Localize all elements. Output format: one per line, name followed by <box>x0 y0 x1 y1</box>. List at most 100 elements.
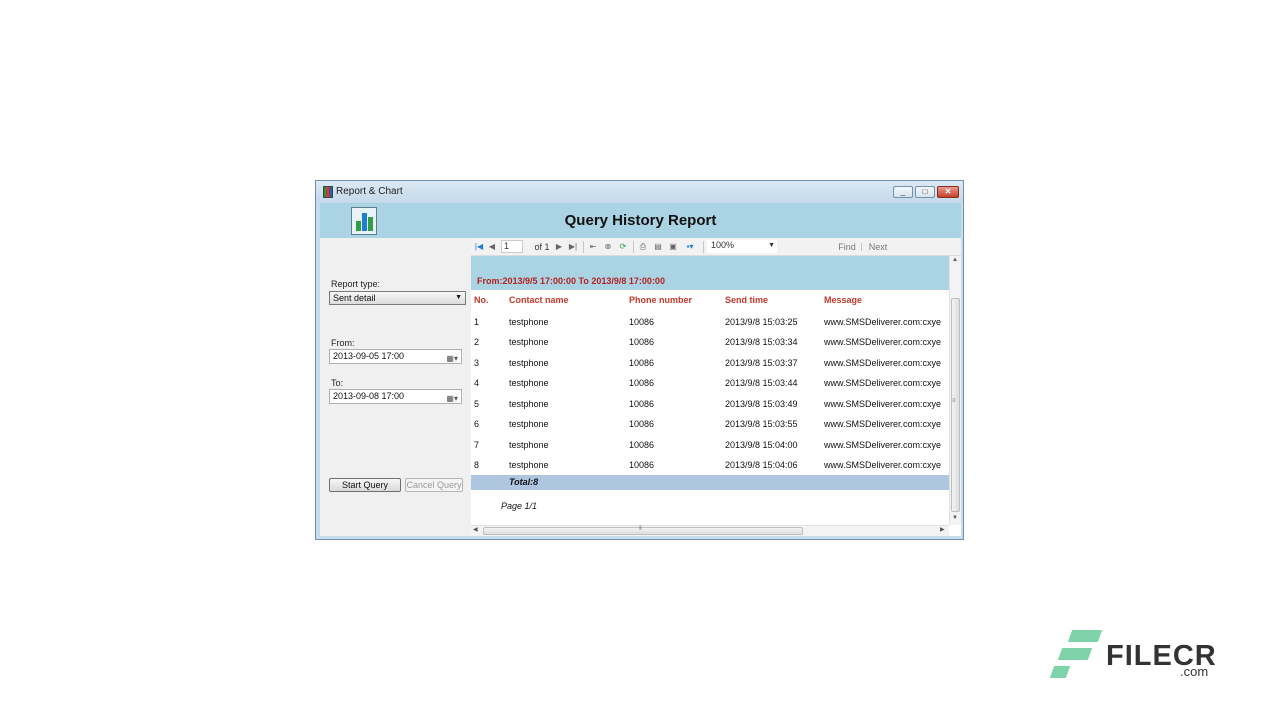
cell-contact: testphone <box>509 378 549 388</box>
next-page-icon[interactable]: ▶ <box>553 241 565 253</box>
from-label: From: <box>331 338 355 348</box>
cell-phone: 10086 <box>629 399 655 409</box>
to-datetime-picker[interactable]: 2013-09-08 17:00 ▦▾ <box>329 389 462 404</box>
report-header: Query History Report <box>320 203 961 238</box>
table-row: 4 testphone 10086 2013/9/8 15:03:44 www.… <box>471 374 949 394</box>
cell-phone: 10086 <box>629 337 655 347</box>
horizontal-scrollbar[interactable]: ◀ ⦀ ▶ <box>471 525 949 536</box>
cell-no: 1 <box>474 317 480 327</box>
app-icon <box>323 186 333 198</box>
to-value: 2013-09-08 17:00 <box>333 391 405 401</box>
date-range-text: From:2013/9/5 17:00:00 To 2013/9/8 17:00… <box>477 276 665 286</box>
toolbar-divider <box>861 243 862 251</box>
cell-no: 3 <box>474 358 480 368</box>
calendar-icon[interactable]: ▦▾ <box>446 392 458 405</box>
scroll-left-icon[interactable]: ◀ <box>473 526 478 533</box>
print-layout-icon[interactable]: ▤ <box>652 241 664 253</box>
cell-send-time: 2013/9/8 15:03:34 <box>725 337 798 347</box>
page-count-label: of 1 <box>534 242 550 252</box>
horizontal-scroll-thumb[interactable] <box>483 527 803 535</box>
watermark-suffix: .com <box>1180 664 1209 679</box>
table-row: 5 testphone 10086 2013/9/8 15:03:49 www.… <box>471 395 949 415</box>
cell-send-time: 2013/9/8 15:03:44 <box>725 378 798 388</box>
page-title: Query History Report <box>564 212 717 229</box>
find-link[interactable]: Find <box>837 241 857 253</box>
cell-message: www.SMSDeliverer.com:cxye <box>824 337 942 347</box>
cell-contact: testphone <box>509 419 549 429</box>
cell-send-time: 2013/9/8 15:03:55 <box>725 419 798 429</box>
column-header-send-time: Send time <box>725 295 769 305</box>
zoom-select[interactable]: 100% ▼ <box>707 240 777 253</box>
minimize-button[interactable]: _ <box>893 186 913 198</box>
page-footer: Page 1/1 <box>501 501 538 511</box>
report-type-select[interactable]: Sent detail ▼ <box>329 291 466 305</box>
refresh-icon[interactable]: ⟳ <box>617 241 629 253</box>
cell-message: www.SMSDeliverer.com:cxye <box>824 358 942 368</box>
back-icon[interactable]: ⇤ <box>587 241 599 253</box>
close-button[interactable]: ✕ <box>937 186 959 198</box>
cell-contact: testphone <box>509 358 549 368</box>
last-page-icon[interactable]: ▶| <box>567 241 579 253</box>
chevron-down-icon: ▼ <box>455 294 462 301</box>
toolbar-divider <box>703 241 704 253</box>
cell-phone: 10086 <box>629 460 655 470</box>
chevron-down-icon: ▼ <box>768 242 775 249</box>
vertical-scroll-thumb[interactable] <box>951 298 960 512</box>
cell-message: www.SMSDeliverer.com:cxye <box>824 440 942 450</box>
cell-phone: 10086 <box>629 440 655 450</box>
cell-no: 7 <box>474 440 480 450</box>
scroll-right-icon[interactable]: ▶ <box>940 526 945 533</box>
page-setup-icon[interactable]: ▣ <box>667 241 679 253</box>
print-icon[interactable]: ⎙ <box>637 241 649 253</box>
toolbar-divider <box>633 241 634 253</box>
table-row: 1 testphone 10086 2013/9/8 15:03:25 www.… <box>471 313 949 333</box>
cell-send-time: 2013/9/8 15:04:00 <box>725 440 798 450</box>
cell-message: www.SMSDeliverer.com:cxye <box>824 317 942 327</box>
report-viewer: |◀ ◀ 1 of 1 ▶ ▶| ⇤ ⊗ ⟳ ⎙ ▤ ▣ ▪▾ 100% ▼ F… <box>471 238 961 536</box>
cell-no: 8 <box>474 460 480 470</box>
cell-phone: 10086 <box>629 358 655 368</box>
column-header-message: Message <box>824 295 863 305</box>
vertical-scrollbar[interactable]: ▲ ≡ ▼ <box>949 256 961 525</box>
maximize-button[interactable]: □ <box>915 186 935 198</box>
table-row: 7 testphone 10086 2013/9/8 15:04:00 www.… <box>471 436 949 456</box>
cell-no: 6 <box>474 419 480 429</box>
scroll-down-icon[interactable]: ▼ <box>952 515 958 521</box>
column-header-contact: Contact name <box>509 295 569 305</box>
table-row: 2 testphone 10086 2013/9/8 15:03:34 www.… <box>471 333 949 353</box>
window-controls: _ □ ✕ <box>893 186 959 198</box>
cell-send-time: 2013/9/8 15:03:49 <box>725 399 798 409</box>
export-icon[interactable]: ▪▾ <box>682 241 698 253</box>
cell-contact: testphone <box>509 440 549 450</box>
cell-phone: 10086 <box>629 378 655 388</box>
report-page: From:2013/9/5 17:00:00 To 2013/9/8 17:00… <box>471 256 949 525</box>
table-row: 3 testphone 10086 2013/9/8 15:03:37 www.… <box>471 354 949 374</box>
grip-icon: ⦀ <box>639 526 642 532</box>
to-label: To: <box>331 378 344 388</box>
table-row: 8 testphone 10086 2013/9/8 15:04:06 www.… <box>471 456 949 476</box>
query-panel: Report type: Sent detail ▼ From: 2013-09… <box>320 238 471 536</box>
cancel-query-button[interactable]: Cancel Query <box>405 478 463 492</box>
page-number-input[interactable]: 1 <box>501 240 523 253</box>
from-value: 2013-09-05 17:00 <box>333 351 405 361</box>
report-toolbar: |◀ ◀ 1 of 1 ▶ ▶| ⇤ ⊗ ⟳ ⎙ ▤ ▣ ▪▾ 100% ▼ F… <box>471 238 961 256</box>
cell-send-time: 2013/9/8 15:03:25 <box>725 317 798 327</box>
cell-no: 5 <box>474 399 480 409</box>
previous-page-icon[interactable]: ◀ <box>486 241 498 253</box>
cell-phone: 10086 <box>629 419 655 429</box>
total-row: Total:8 <box>471 475 949 490</box>
start-query-button[interactable]: Start Query <box>329 478 401 492</box>
cell-no: 2 <box>474 337 480 347</box>
window-title: Report & Chart <box>336 186 403 197</box>
cell-message: www.SMSDeliverer.com:cxye <box>824 419 942 429</box>
stop-icon[interactable]: ⊗ <box>602 241 614 253</box>
first-page-icon[interactable]: |◀ <box>473 241 485 253</box>
from-datetime-picker[interactable]: 2013-09-05 17:00 ▦▾ <box>329 349 462 364</box>
filecr-watermark: FILECR .com <box>1046 628 1216 684</box>
cell-message: www.SMSDeliverer.com:cxye <box>824 399 942 409</box>
date-range-band: From:2013/9/5 17:00:00 To 2013/9/8 17:00… <box>471 256 949 290</box>
next-link[interactable]: Next <box>867 241 889 253</box>
scroll-up-icon[interactable]: ▲ <box>952 257 958 263</box>
calendar-icon[interactable]: ▦▾ <box>446 352 458 365</box>
title-bar[interactable]: Report & Chart _ □ ✕ <box>316 181 963 203</box>
